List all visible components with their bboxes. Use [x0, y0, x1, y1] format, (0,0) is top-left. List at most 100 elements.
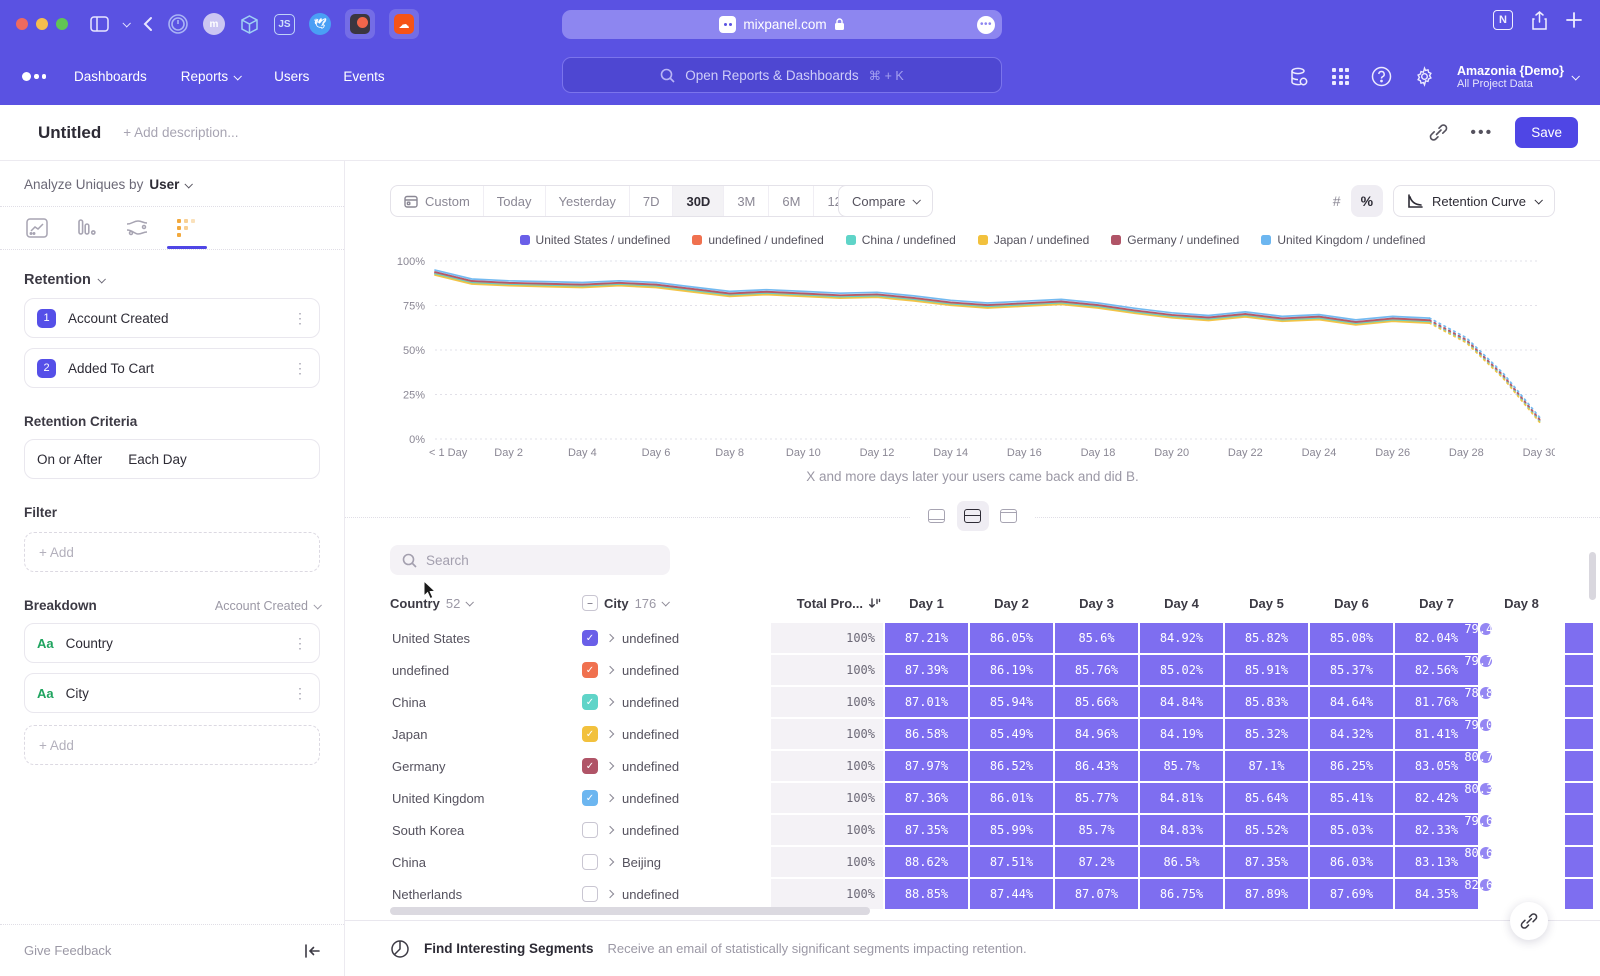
city-cell[interactable]: ✓undefined	[582, 687, 769, 717]
collapse-sidebar-icon[interactable]	[304, 944, 320, 958]
select-all-checkbox[interactable]: –	[582, 595, 598, 611]
retention-cell[interactable]: 86.03%	[1310, 847, 1393, 877]
vertical-scrollbar[interactable]	[1589, 552, 1596, 600]
legend-item[interactable]: Germany / undefined	[1111, 233, 1239, 247]
chart-type-selector[interactable]: Retention Curve	[1393, 185, 1555, 217]
retention-cell[interactable]: 86.05%	[970, 623, 1053, 653]
minimize-window-button[interactable]	[36, 18, 48, 30]
extension-patreon-icon[interactable]	[345, 9, 375, 39]
country-cell[interactable]: United States	[390, 623, 580, 653]
range-today[interactable]: Today	[484, 186, 546, 216]
total-cell[interactable]: 100%	[771, 751, 883, 781]
day-column-header[interactable]: Day 4	[1140, 596, 1223, 611]
country-column-header[interactable]: Country 52	[390, 596, 580, 611]
legend-item[interactable]: Japan / undefined	[978, 233, 1089, 247]
city-cell[interactable]: undefined	[582, 879, 769, 909]
extension-box-icon[interactable]	[239, 14, 260, 35]
day-column-header[interactable]: Day 6	[1310, 596, 1393, 611]
retention-cell[interactable]: 86.52%	[970, 751, 1053, 781]
legend-item[interactable]: United Kingdom / undefined	[1261, 233, 1425, 247]
criteria-interval[interactable]: Each Day	[128, 452, 187, 467]
retention-cell[interactable]: 85.02%	[1140, 655, 1223, 685]
back-icon[interactable]	[143, 16, 153, 32]
criteria-operator[interactable]: On or After	[37, 452, 102, 467]
country-cell[interactable]: China	[390, 847, 580, 877]
retention-cell[interactable]: 86.01%	[970, 783, 1053, 813]
day-column-header[interactable]: Day 8	[1480, 596, 1563, 611]
retention-cell[interactable]: 84.81%	[1140, 783, 1223, 813]
retention-cell[interactable]: 87.01%	[885, 687, 968, 717]
retention-cell[interactable]: 86.19%	[970, 655, 1053, 685]
retention-cell[interactable]: 86.43%	[1055, 751, 1138, 781]
row-checkbox[interactable]: ✓	[582, 694, 598, 710]
country-cell[interactable]: Germany	[390, 751, 580, 781]
new-tab-icon[interactable]	[1566, 12, 1582, 28]
nav-events[interactable]: Events	[343, 69, 384, 84]
tab-funnels[interactable]	[74, 218, 100, 248]
total-cell[interactable]: 100%	[771, 655, 883, 685]
retention-cell[interactable]: 87.69%	[1310, 879, 1393, 909]
row-checkbox[interactable]: ✓	[582, 758, 598, 774]
retention-cell[interactable]: 85.6%	[1055, 623, 1138, 653]
row-checkbox[interactable]	[582, 822, 598, 838]
data-management-icon[interactable]	[1288, 66, 1310, 88]
city-cell[interactable]: undefined	[582, 815, 769, 845]
segments-title[interactable]: Find Interesting Segments	[424, 941, 594, 956]
table-row[interactable]: ChinaBeijing100%88.62%87.51%87.2%86.5%87…	[390, 847, 1593, 877]
table-row[interactable]: China✓undefined100%87.01%85.94%85.66%84.…	[390, 687, 1593, 717]
country-cell[interactable]: Japan	[390, 719, 580, 749]
nav-dashboards[interactable]: Dashboards	[74, 69, 147, 84]
country-cell[interactable]: Netherlands	[390, 879, 580, 909]
retention-cell[interactable]: 84.84%	[1140, 687, 1223, 717]
retention-cell[interactable]: 85.49%	[970, 719, 1053, 749]
horizontal-scrollbar[interactable]	[390, 907, 870, 915]
step-menu-icon[interactable]: ⋮	[293, 360, 307, 377]
retention-cell[interactable]: 85.7%	[1140, 751, 1223, 781]
retention-cell[interactable]: 87.2%	[1055, 847, 1138, 877]
retention-step-1[interactable]: 1 Account Created ⋮	[24, 298, 320, 338]
tab-overview-chevron-icon[interactable]	[122, 19, 130, 27]
breakdown-menu-icon[interactable]: ⋮	[293, 635, 307, 652]
retention-cell[interactable]: 80.35%	[1480, 783, 1492, 795]
legend-item[interactable]: China / undefined	[846, 233, 956, 247]
country-cell[interactable]: China	[390, 687, 580, 717]
range-custom[interactable]: Custom	[391, 186, 484, 216]
retention-cell[interactable]: 79.49%	[1480, 623, 1492, 635]
retention-cell[interactable]: 85.99%	[970, 815, 1053, 845]
percent-toggle[interactable]: %	[1351, 185, 1383, 217]
expand-row-icon[interactable]	[606, 730, 614, 738]
extension-soundcloud-icon[interactable]: ☁	[389, 9, 419, 39]
view-split-button[interactable]	[957, 501, 989, 531]
retention-cell[interactable]: 79.05%	[1480, 719, 1492, 731]
add-breakdown-button[interactable]: + Add	[24, 725, 320, 765]
retention-cell[interactable]: 88.85%	[885, 879, 968, 909]
retention-cell[interactable]: 87.35%	[885, 815, 968, 845]
retention-cell[interactable]: 86.75%	[1140, 879, 1223, 909]
city-cell[interactable]: ✓undefined	[582, 655, 769, 685]
total-cell[interactable]: 100%	[771, 879, 883, 909]
table-search-input[interactable]: Search	[390, 545, 670, 575]
retention-cell[interactable]: 87.44%	[970, 879, 1053, 909]
more-options-button[interactable]: •••	[1470, 124, 1493, 142]
share-report-fab[interactable]	[1510, 902, 1548, 940]
legend-item[interactable]: United States / undefined	[520, 233, 671, 247]
extension-power-icon[interactable]	[167, 13, 189, 35]
total-cell[interactable]: 100%	[771, 687, 883, 717]
retention-cell[interactable]: 82.61%	[1480, 879, 1492, 891]
expand-row-icon[interactable]	[606, 698, 614, 706]
notion-extension-icon[interactable]: N	[1493, 10, 1513, 30]
retention-cell[interactable]: 87.35%	[1225, 847, 1308, 877]
table-row[interactable]: United States✓undefined100%87.21%86.05%8…	[390, 623, 1593, 653]
row-checkbox[interactable]	[582, 854, 598, 870]
tab-flows[interactable]	[124, 218, 150, 248]
retention-cell[interactable]: 85.91%	[1225, 655, 1308, 685]
step-menu-icon[interactable]: ⋮	[293, 310, 307, 327]
expand-row-icon[interactable]	[606, 634, 614, 642]
breakdown-country[interactable]: Aa Country ⋮	[24, 623, 320, 663]
retention-cell[interactable]: 80.68%	[1480, 847, 1492, 859]
row-checkbox[interactable]: ✓	[582, 726, 598, 742]
day-column-header[interactable]: Day 3	[1055, 596, 1138, 611]
retention-cell[interactable]: 84.92%	[1140, 623, 1223, 653]
give-feedback-link[interactable]: Give Feedback	[24, 943, 111, 958]
address-bar[interactable]: mixpanel.com •••	[562, 10, 1002, 39]
